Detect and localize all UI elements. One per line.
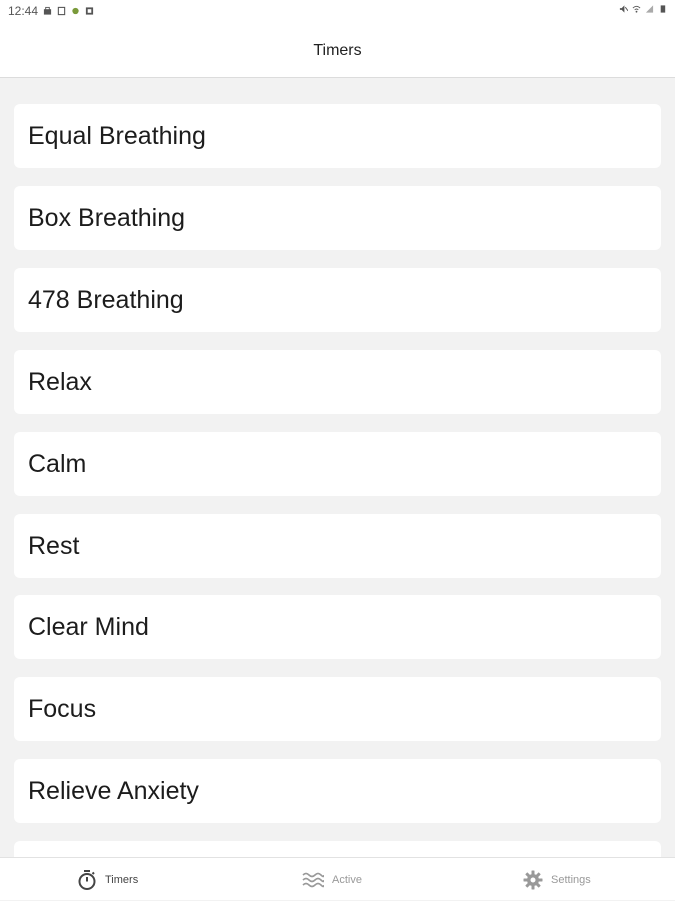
bottom-nav: Timers Active Settings — [0, 857, 675, 900]
notification-android-icon — [72, 7, 79, 15]
status-right — [619, 4, 667, 14]
nav-item-timers-label: Timers — [105, 873, 139, 886]
app-header: Timers — [0, 24, 675, 78]
timer-item-partial[interactable] — [14, 841, 661, 857]
timer-item-box-breathing[interactable]: Box Breathing — [14, 186, 661, 250]
stopwatch-icon — [78, 869, 96, 890]
timer-item-relax[interactable]: Relax — [14, 350, 661, 414]
status-bar: 12:44 — [0, 0, 675, 24]
notification-doc-icon — [57, 6, 66, 16]
timer-item-rest[interactable]: Rest — [14, 514, 661, 578]
mute-icon — [619, 5, 628, 13]
timer-list[interactable]: Equal Breathing Box Breathing 478 Breath… — [14, 104, 661, 857]
nav-item-settings-label: Settings — [551, 873, 591, 886]
waves-icon — [302, 872, 324, 887]
battery-icon — [660, 5, 666, 13]
timer-item-relieve-anxiety[interactable]: Relieve Anxiety — [14, 759, 661, 823]
timer-item-calm[interactable]: Calm — [14, 432, 661, 496]
notification-bag-icon — [43, 6, 52, 15]
signal-icon — [645, 5, 654, 13]
timer-item-equal-breathing[interactable]: Equal Breathing — [14, 104, 661, 168]
nav-item-active[interactable]: Active — [302, 858, 362, 901]
gear-icon — [523, 870, 543, 889]
timer-item-focus[interactable]: Focus — [14, 677, 661, 741]
notification-image-icon — [85, 7, 94, 15]
nav-item-timers[interactable]: Timers — [77, 858, 138, 901]
timer-item-clear-mind[interactable]: Clear Mind — [14, 595, 661, 659]
page-title: Timers — [313, 42, 362, 59]
nav-item-active-label: Active — [332, 873, 362, 886]
status-left: 12:44 — [8, 4, 94, 18]
timer-item-478-breathing[interactable]: 478 Breathing — [14, 268, 661, 332]
wifi-icon — [632, 5, 641, 13]
status-time: 12:44 — [8, 4, 39, 18]
nav-item-settings[interactable]: Settings — [523, 858, 591, 901]
